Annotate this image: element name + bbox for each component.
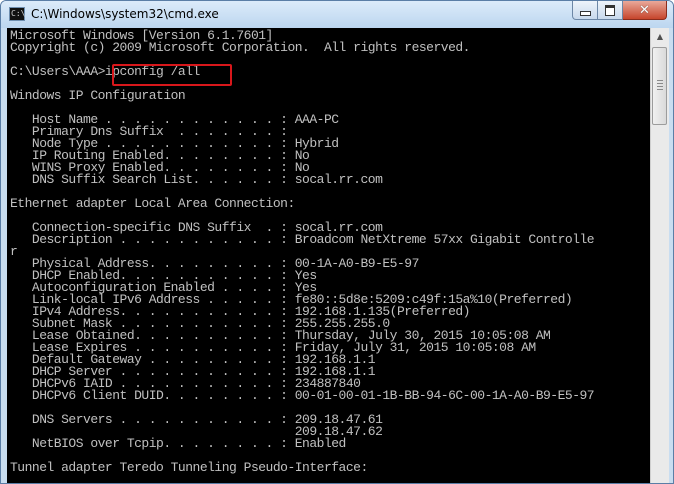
vertical-scrollbar[interactable]: ▲ (650, 28, 669, 483)
console-line: Ethernet adapter Local Area Connection: (10, 196, 295, 211)
console-line: Description . . . . . . . . . . . : Broa… (10, 232, 595, 247)
console-line: Windows IP Configuration (10, 88, 186, 103)
scroll-up-arrow-icon[interactable]: ▲ (651, 28, 669, 45)
minimize-button[interactable] (572, 1, 598, 20)
title-bar[interactable]: C:\ C:\Windows\system32\cmd.exe ✕ (1, 1, 673, 28)
cmd-window: C:\ C:\Windows\system32\cmd.exe ✕ Micros… (0, 0, 674, 484)
caption-buttons: ✕ (572, 1, 667, 21)
close-icon: ✕ (639, 2, 650, 18)
maximize-button[interactable] (598, 1, 623, 20)
window-frame-right (669, 28, 673, 483)
command-highlight-box (112, 64, 232, 86)
minimize-icon (579, 11, 591, 16)
console-output[interactable]: Microsoft Windows [Version 6.1.7601] Copy… (7, 28, 650, 483)
scrollbar-grip (657, 80, 663, 90)
console-line: DNS Suffix Search List. . . . . . : soca… (10, 172, 383, 187)
console-line: Tunnel adapter Teredo Tunneling Pseudo-I… (10, 460, 368, 475)
window-title: C:\Windows\system32\cmd.exe (31, 7, 219, 21)
cmd-icon[interactable]: C:\ (9, 7, 25, 21)
console-line: Copyright (c) 2009 Microsoft Corporation… (10, 40, 470, 55)
console-text: Microsoft Windows [Version 6.1.7601] Copy… (10, 29, 595, 475)
maximize-icon (605, 4, 615, 16)
console-line: C:\Users\AAA>ipconfig /all (10, 64, 200, 79)
close-button[interactable]: ✕ (623, 1, 667, 20)
console-line: DHCPv6 Client DUID. . . . . . . . : 00-0… (10, 388, 595, 403)
console-line: NetBIOS over Tcpip. . . . . . . . : Enab… (10, 436, 346, 451)
scrollbar-thumb[interactable] (652, 47, 667, 125)
